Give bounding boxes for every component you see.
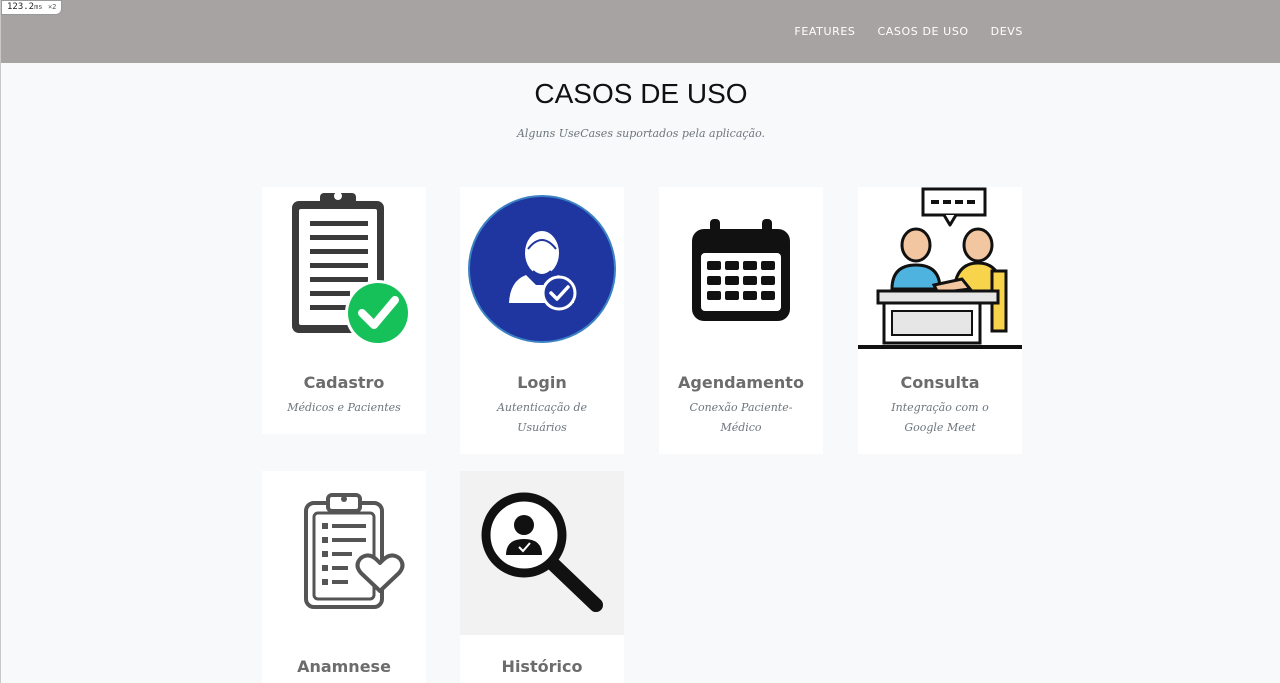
top-navbar: FEATURES CASOS DE USO DEVS bbox=[1, 0, 1280, 63]
section-subtitle: Alguns UseCases suportados pela aplicaçã… bbox=[516, 127, 766, 140]
card-title: Agendamento bbox=[678, 373, 804, 392]
debug-timing-multiplier: ×2 bbox=[47, 3, 57, 11]
card-description: Integração com o Google Meet bbox=[891, 401, 989, 434]
card-title: Anamnese bbox=[297, 657, 391, 676]
card-description: Autenticação de Usuários bbox=[496, 401, 588, 434]
nav-links: FEATURES CASOS DE USO DEVS bbox=[794, 0, 1023, 63]
clipboard-check-icon bbox=[292, 192, 411, 346]
card-anamnese[interactable]: Anamnese bbox=[262, 471, 426, 683]
card-consulta[interactable]: Consulta Integração com o Google Meet bbox=[858, 187, 1022, 454]
card-agendamento[interactable]: Agendamento Conexão Paciente-Médico bbox=[659, 187, 823, 454]
card-title: Histórico bbox=[501, 657, 583, 676]
user-verified-icon bbox=[468, 195, 616, 343]
clipboard-heart-icon bbox=[304, 493, 405, 609]
card-title: Consulta bbox=[900, 373, 980, 392]
magnifier-user-icon bbox=[460, 471, 624, 635]
nav-link-casos-de-uso[interactable]: CASOS DE USO bbox=[878, 25, 969, 38]
debug-timing-value: 123.2 bbox=[7, 2, 35, 12]
section-title: CASOS DE USO bbox=[534, 78, 748, 109]
debug-timing-unit: ms bbox=[34, 3, 43, 11]
card-description: Médicos e Pacientes bbox=[287, 401, 401, 414]
nav-link-devs[interactable]: DEVS bbox=[991, 25, 1023, 38]
calendar-icon bbox=[692, 219, 790, 321]
card-cadastro[interactable]: Cadastro Médicos e Pacientes bbox=[262, 187, 426, 434]
nav-link-features[interactable]: FEATURES bbox=[794, 25, 855, 38]
consultation-icon bbox=[858, 187, 1022, 349]
card-login[interactable]: Login Autenticação de Usuários bbox=[460, 187, 624, 454]
card-historico[interactable]: Histórico bbox=[460, 471, 624, 683]
debug-timing-badge: 123.2ms ×2 bbox=[1, 0, 63, 15]
card-description: Conexão Paciente-Médico bbox=[689, 401, 793, 434]
card-title: Cadastro bbox=[303, 373, 385, 392]
card-title: Login bbox=[517, 373, 567, 392]
